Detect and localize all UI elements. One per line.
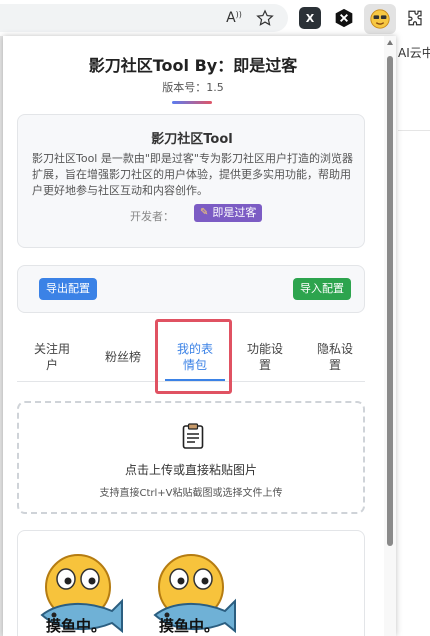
- upload-dropzone[interactable]: 点击上传或直接粘贴图片 支持直接Ctrl+V粘贴截图或选择文件上传: [17, 401, 365, 514]
- favorite-star-icon[interactable]: [255, 8, 275, 28]
- developer-label: 开发者：: [130, 210, 174, 223]
- tab-feature-settings-label: 功能设置: [246, 342, 283, 372]
- title-accent-line: [172, 101, 212, 104]
- hex-extension-icon[interactable]: [333, 7, 355, 29]
- scroll-up-arrow-icon[interactable]: [387, 40, 393, 45]
- background-divider: [398, 130, 430, 131]
- scrollbar-thumb[interactable]: [387, 56, 393, 546]
- cool-emoji-extension-icon[interactable]: [364, 4, 396, 34]
- tab-highlight-annotation: [155, 319, 232, 394]
- info-description: 影刀社区Tool 是一款由"即是过客"专为影刀社区用户打造的浏览器扩展，旨在增强…: [32, 152, 353, 197]
- tab-privacy-settings[interactable]: 隐私设置: [305, 332, 365, 382]
- version-text: 版本号：1.5: [162, 81, 224, 94]
- config-card: 导出配置 导入配置: [17, 265, 365, 313]
- clipboard-icon: [182, 423, 204, 449]
- developer-name: 即是过客: [212, 206, 257, 219]
- upload-hint: 支持直接Ctrl+V粘贴截图或选择文件上传: [99, 488, 283, 499]
- tab-fans-ranking-label: 粉丝榜: [104, 350, 141, 364]
- info-title: 影刀社区Tool: [151, 132, 233, 147]
- extensions-puzzle-icon[interactable]: [404, 7, 426, 29]
- background-page-text: AI云中: [398, 46, 430, 60]
- emoji-caption: 摸鱼中。: [159, 617, 220, 635]
- info-card: 影刀社区Tool 影刀社区Tool 是一款由"即是过客"专为影刀社区用户打造的浏…: [17, 114, 365, 248]
- browser-toolbar: A)) X: [0, 0, 430, 36]
- developer-badge[interactable]: ✎ 即是过客: [194, 204, 263, 222]
- tab-privacy-settings-label: 隐私设置: [316, 342, 353, 372]
- tab-feature-settings[interactable]: 功能设置: [235, 332, 295, 382]
- popup-title: 影刀社区Tool By：即是过客: [88, 56, 298, 75]
- emoji-caption: 摸鱼中。: [46, 617, 107, 635]
- export-config-button[interactable]: 导出配置: [39, 278, 97, 300]
- address-bar[interactable]: [0, 4, 288, 32]
- read-aloud-icon[interactable]: A)): [224, 8, 244, 28]
- upload-instruction: 点击上传或直接粘贴图片: [124, 463, 257, 477]
- tab-fans-ranking[interactable]: 粉丝榜: [93, 332, 153, 382]
- emoji-gallery: 摸鱼中。 摸鱼中。: [17, 530, 365, 636]
- read-aloud-glyph: A: [226, 10, 236, 26]
- page-background: [398, 36, 430, 636]
- extension-popup: 影刀社区Tool By：即是过客 版本号：1.5 影刀社区Tool 影刀社区To…: [3, 36, 396, 636]
- pencil-icon: ✎: [200, 207, 209, 218]
- tab-following[interactable]: 关注用户: [21, 332, 83, 382]
- x-extension-icon[interactable]: X: [299, 7, 321, 29]
- tab-following-label: 关注用户: [33, 342, 70, 372]
- import-config-button[interactable]: 导入配置: [293, 278, 351, 300]
- scrollbar[interactable]: [384, 36, 396, 636]
